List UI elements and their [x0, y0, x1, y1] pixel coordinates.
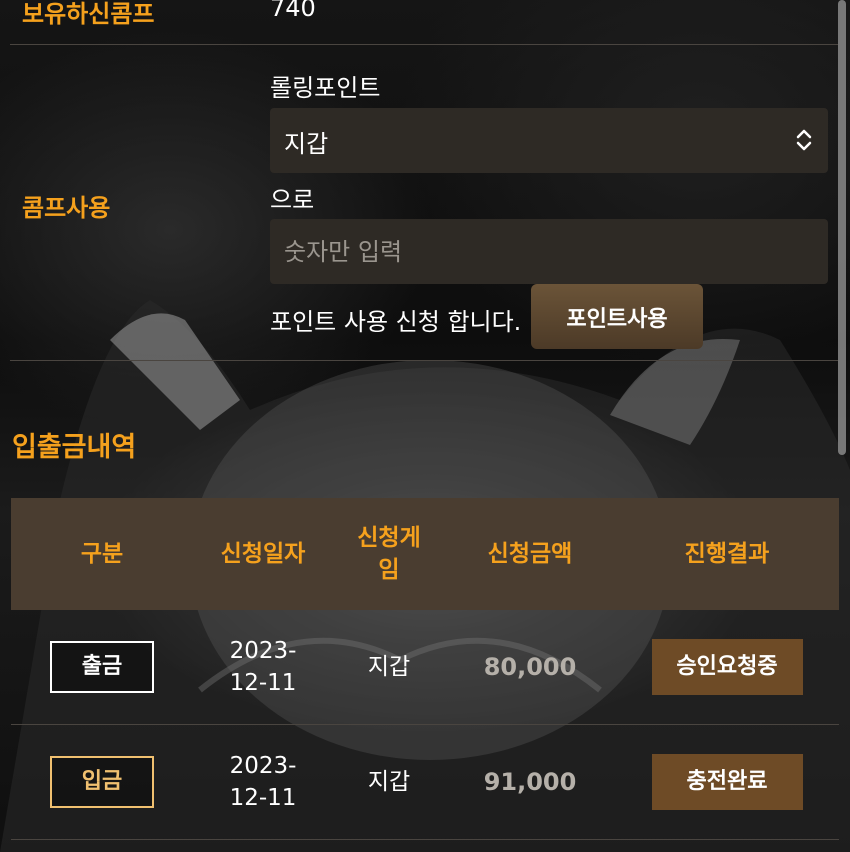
type-badge-deposit: 입금	[50, 756, 154, 808]
row-date-day: 12-11	[229, 670, 297, 696]
amount-input[interactable]	[270, 219, 828, 284]
amount-input-wrapper	[270, 219, 828, 284]
row-game-cell: 지갑	[367, 654, 411, 680]
row-status-cell: 충전완료	[639, 725, 815, 839]
table-row: 입금 2023- 12-11 지갑 91,000 충전완료	[11, 725, 839, 840]
row-type-cell: 출금	[11, 610, 193, 724]
divider	[10, 360, 838, 361]
section-title-history: 입출금내역	[12, 432, 137, 463]
type-badge-withdraw: 출금	[50, 641, 154, 693]
wallet-select[interactable]: 지갑	[270, 108, 828, 173]
wallet-select-value: 지갑	[284, 130, 329, 158]
table-row: 출금 2023- 12-11 지갑 80,000 승인요청중	[11, 610, 839, 725]
row-status-cell: 승인요청중	[639, 610, 815, 724]
use-points-button[interactable]: 포인트사용	[531, 284, 703, 349]
row-amount-cell: 80,000	[483, 653, 577, 681]
row-date-year: 2023-	[229, 753, 297, 779]
comp-balance-value: 740	[270, 0, 316, 22]
rolling-point-label: 롤링포인트	[270, 74, 381, 102]
divider	[10, 44, 838, 45]
row-date-cell: 2023- 12-11	[193, 725, 333, 839]
row-game-cell: 지갑	[367, 769, 411, 795]
row-date-day: 12-11	[229, 785, 297, 811]
column-header-type: 구분	[80, 541, 124, 567]
column-header-amount: 신청금액	[487, 541, 573, 567]
column-header-date: 신청일자	[220, 541, 306, 567]
chevron-up-down-icon	[796, 129, 812, 151]
row-type-cell: 입금	[11, 725, 193, 839]
to-label: 으로	[270, 186, 315, 214]
scrollbar-thumb[interactable]	[838, 0, 846, 455]
comp-balance-label: 보유하신콤프	[22, 0, 155, 28]
column-header-status: 진행결과	[684, 541, 770, 567]
status-badge: 충전완료	[651, 754, 803, 810]
status-badge: 승인요청중	[651, 639, 803, 695]
row-date-year: 2023-	[229, 638, 297, 664]
row-date-cell: 2023- 12-11	[193, 610, 333, 724]
column-header-game: 신청게임	[357, 525, 421, 583]
comp-use-label: 콤프사용	[22, 194, 111, 222]
table-header: 구분 신청일자 신청게임 신청금액 진행결과	[11, 498, 839, 610]
apply-description: 포인트 사용 신청 합니다.	[270, 308, 522, 336]
row-amount-cell: 91,000	[483, 768, 577, 796]
